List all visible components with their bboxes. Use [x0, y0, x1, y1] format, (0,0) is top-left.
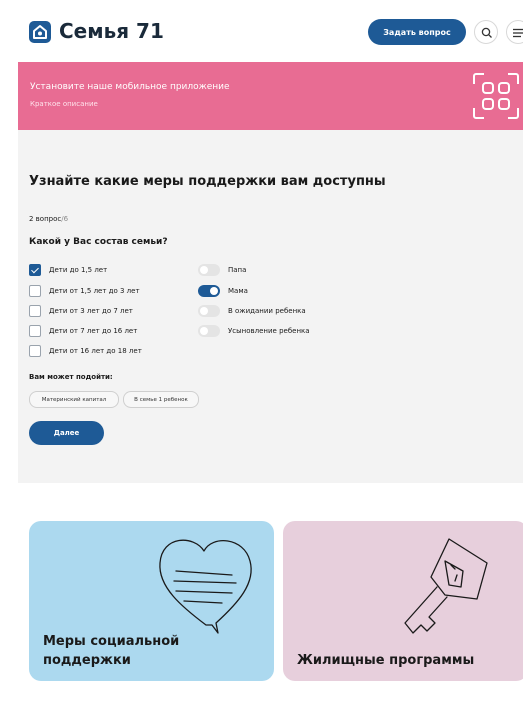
- toggle-option[interactable]: Усыновление ребенка: [198, 324, 310, 338]
- question-text: Какой у Вас состав семьи?: [29, 237, 168, 247]
- checkbox[interactable]: [29, 345, 41, 357]
- social-support-card[interactable]: Меры социальной поддержки: [29, 521, 274, 681]
- toggle-option[interactable]: Папа: [198, 263, 246, 277]
- question-counter-current: 2 вопрос: [29, 215, 62, 223]
- question-counter: 2 вопрос/6: [29, 215, 68, 223]
- toggle-switch[interactable]: [198, 325, 220, 337]
- suggestion-chip[interactable]: В семье 1 ребенок: [123, 391, 199, 408]
- heart-message-icon: [159, 539, 252, 634]
- search-icon: [481, 27, 492, 38]
- checkbox-checked[interactable]: [29, 264, 41, 276]
- quiz-heading: Узнайте какие меры поддержки вам доступн…: [29, 174, 386, 189]
- card-title: Жилищные программы: [297, 653, 475, 668]
- card-title: Меры социальной поддержки: [43, 634, 180, 668]
- banner-subtitle: Краткое описание: [30, 100, 98, 108]
- site-header: Семья 71 Задать вопрос: [18, 0, 523, 62]
- question-counter-total: /6: [61, 215, 69, 223]
- toggle-option[interactable]: Мама: [198, 284, 248, 298]
- checkbox-option[interactable]: Дети от 16 лет до 18 лет: [29, 344, 142, 358]
- checkbox[interactable]: [29, 305, 41, 317]
- checkbox-option[interactable]: Дети до 1,5 лет: [29, 263, 107, 277]
- checkbox-label: Дети от 7 лет до 16 лет: [49, 327, 138, 335]
- toggle-option[interactable]: В ожидании ребенка: [198, 304, 306, 318]
- ask-question-button[interactable]: Задать вопрос: [368, 19, 466, 45]
- toggle-label: Мама: [228, 287, 248, 295]
- house-key-icon: [404, 538, 488, 634]
- checkbox-label: Дети до 1,5 лет: [49, 266, 108, 274]
- checkbox-option[interactable]: Дети от 7 лет до 16 лет: [29, 324, 137, 338]
- page: Семья 71 Задать вопрос Установите наше м…: [18, 0, 523, 702]
- checkbox-label: Дети от 16 лет до 18 лет: [49, 347, 142, 355]
- app-install-banner[interactable]: Установите наше мобильное приложение Кра…: [18, 62, 523, 130]
- checkbox-label: Дети от 3 лет до 7 лет: [49, 307, 133, 315]
- toggle-switch[interactable]: [198, 305, 220, 317]
- search-button[interactable]: [474, 20, 498, 44]
- suggestions-label: Вам может подойти:: [29, 373, 113, 381]
- checkbox-label: Дети от 1,5 лет до 3 лет: [49, 287, 140, 295]
- menu-button[interactable]: [506, 20, 523, 44]
- checkbox-option[interactable]: Дети от 3 лет до 7 лет: [29, 304, 133, 318]
- toggle-switch[interactable]: [198, 264, 220, 276]
- housing-programs-card[interactable]: Жилищные программы: [283, 521, 523, 681]
- banner-title: Установите наше мобильное приложение: [30, 82, 230, 92]
- home-logo-icon[interactable]: [29, 21, 51, 43]
- toggle-label: В ожидании ребенка: [228, 307, 306, 315]
- toggle-label: Усыновление ребенка: [228, 327, 310, 335]
- next-button[interactable]: Далее: [29, 421, 104, 445]
- qr-code-icon: [473, 73, 519, 119]
- toggle-label: Папа: [228, 266, 247, 274]
- checkbox-option[interactable]: Дети от 1,5 лет до 3 лет: [29, 284, 140, 298]
- menu-icon: [513, 28, 523, 38]
- toggle-switch-on[interactable]: [198, 285, 220, 297]
- suggestion-chip[interactable]: Материнский капитал: [29, 391, 119, 408]
- checkbox[interactable]: [29, 325, 41, 337]
- brand-name[interactable]: Семья 71: [59, 18, 164, 44]
- checkbox[interactable]: [29, 285, 41, 297]
